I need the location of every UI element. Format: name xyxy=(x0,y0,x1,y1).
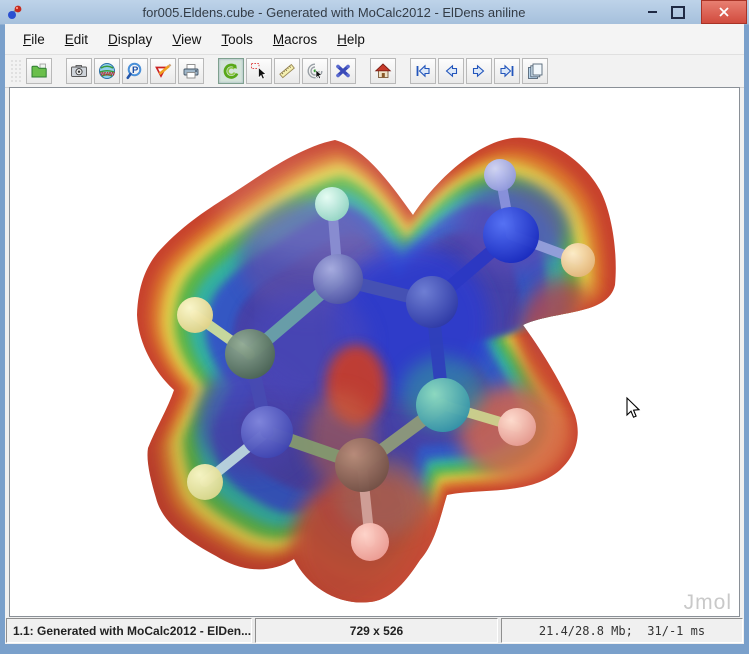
nav-last-button[interactable] xyxy=(494,58,520,84)
nav-previous-button[interactable] xyxy=(438,58,464,84)
recenter-tool-button[interactable] xyxy=(302,58,328,84)
recenter-spiral-icon xyxy=(307,63,323,80)
ruler-icon xyxy=(279,63,295,79)
atom-h-ring-bottom xyxy=(351,523,389,561)
nav-last-icon xyxy=(500,64,514,78)
atom-c-ring-upperleft xyxy=(225,329,275,379)
home-icon xyxy=(374,63,392,78)
rotate-tool-button[interactable] xyxy=(218,58,244,84)
nav-next-icon xyxy=(472,64,485,78)
maximize-icon xyxy=(671,5,685,19)
status-memory-timing: 21.4/28.8 Mb; 31/-1 ms xyxy=(501,618,743,643)
nav-previous-icon xyxy=(445,64,458,78)
script-editor-button[interactable] xyxy=(150,58,176,84)
povray-icon: P xyxy=(126,62,142,80)
minimize-button[interactable] xyxy=(639,1,665,23)
atom-c-ring-bottom xyxy=(335,438,389,492)
window-content: FileEditDisplayViewToolsMacrosHelp xyxy=(5,24,744,644)
minimize-icon xyxy=(647,11,657,13)
atom-c-ring-upperright xyxy=(406,276,458,328)
pick-cursor-icon xyxy=(251,63,267,80)
window-title: for005.Eldens.cube - Generated with MoCa… xyxy=(142,4,526,20)
menu-item-edit[interactable]: Edit xyxy=(55,28,98,51)
jmol-watermark: Jmol xyxy=(683,591,732,614)
nav-first-icon xyxy=(416,64,430,78)
atom-h-amine-right xyxy=(561,243,595,277)
close-button[interactable] xyxy=(701,0,747,24)
atom-h-amine-top xyxy=(484,159,516,191)
print-button[interactable] xyxy=(178,58,204,84)
menu-item-tools[interactable]: Tools xyxy=(211,28,263,51)
print-icon xyxy=(183,64,199,79)
copy-pages-icon xyxy=(528,63,543,79)
atom-c-ring-lowerleft xyxy=(241,406,293,458)
mouse-cursor xyxy=(626,396,641,418)
atom-h-ring-left xyxy=(177,297,213,333)
atom-n-amine xyxy=(483,207,539,263)
nav-first-button[interactable] xyxy=(410,58,436,84)
tool-bar: www P xyxy=(5,55,744,88)
globe-icon: www xyxy=(99,63,115,79)
title-bar[interactable]: for005.Eldens.cube - Generated with MoCa… xyxy=(0,0,749,25)
rotate-icon xyxy=(223,63,239,79)
molecule-render xyxy=(137,137,641,603)
viewport[interactable]: Jmol xyxy=(9,87,740,617)
menu-item-file[interactable]: File xyxy=(13,28,55,51)
menu-item-view[interactable]: View xyxy=(162,28,211,51)
export-web-button[interactable]: www xyxy=(94,58,120,84)
atom-h-ring-top xyxy=(315,187,349,221)
menu-item-display[interactable]: Display xyxy=(98,28,162,51)
menu-bar: File Edit Display View Tools Macros Help xyxy=(5,24,744,55)
maximize-button[interactable] xyxy=(665,1,691,23)
menu-item-macros[interactable]: Macros xyxy=(263,28,327,51)
atom-c-ring-top xyxy=(313,254,363,304)
toolbar-drag-handle[interactable] xyxy=(10,59,21,83)
home-reset-button[interactable] xyxy=(370,58,396,84)
measure-tool-button[interactable] xyxy=(274,58,300,84)
status-bar: 1.1: Generated with MoCalc2012 - ElDen..… xyxy=(6,618,743,643)
copy-image-button[interactable] xyxy=(522,58,548,84)
nav-next-button[interactable] xyxy=(466,58,492,84)
status-model-label: 1.1: Generated with MoCalc2012 - ElDen..… xyxy=(6,618,252,643)
menu-item-help[interactable]: Help xyxy=(327,28,375,51)
open-folder-icon xyxy=(31,63,47,78)
povray-export-button[interactable]: P xyxy=(122,58,148,84)
open-file-button[interactable] xyxy=(26,58,52,84)
jmol-window: for005.Eldens.cube - Generated with MoCa… xyxy=(0,0,749,654)
atom-c-ring-lowerright xyxy=(416,378,470,432)
move-axes-icon xyxy=(336,64,350,78)
export-image-button[interactable] xyxy=(66,58,92,84)
pick-tool-button[interactable] xyxy=(246,58,272,84)
app-icon xyxy=(8,5,22,19)
close-icon xyxy=(719,7,729,17)
svg-text:www: www xyxy=(99,71,115,78)
status-canvas-size: 729 x 526 xyxy=(255,618,498,643)
camera-icon xyxy=(71,65,87,77)
atom-h-ring-lowerleft xyxy=(187,464,223,500)
move-tool-button[interactable] xyxy=(330,58,356,84)
script-editor-icon xyxy=(155,63,172,78)
atom-h-ring-lowerright xyxy=(498,408,536,446)
svg-text:P: P xyxy=(132,65,139,76)
